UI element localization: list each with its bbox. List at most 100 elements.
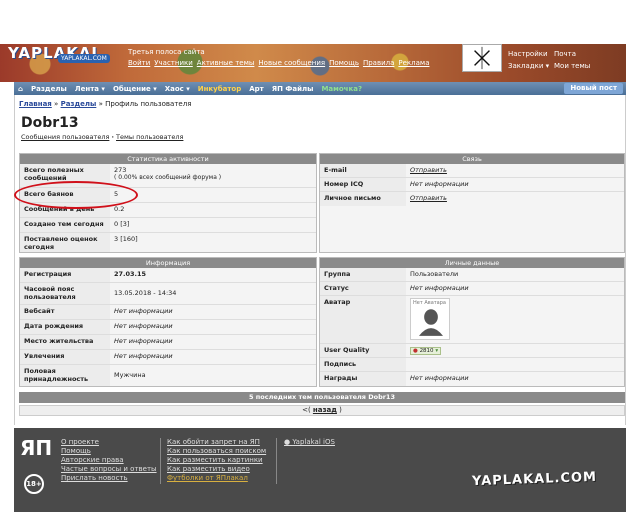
- header-mail-link[interactable]: Почта: [554, 50, 576, 58]
- avatar: Нет Аватара: [410, 298, 450, 340]
- footer-link-tshirts[interactable]: Футболки от ЯПлакал: [167, 474, 266, 482]
- table-row: Дата рождения Нет информации: [20, 320, 316, 335]
- row-value: Нет информации: [410, 374, 469, 382]
- footer-link-copyright[interactable]: Авторские права: [61, 456, 157, 464]
- nav-feed[interactable]: Лента ▾: [75, 85, 105, 93]
- pm-send-link[interactable]: Отправить: [406, 192, 451, 206]
- breadcrumb-sep: »: [54, 100, 59, 108]
- site-logo-sub: YAPLAKAL.COM: [58, 54, 110, 63]
- avatar-cell: Нет Аватара: [406, 296, 454, 343]
- page-right-margin: [626, 44, 640, 512]
- table-row: Регистрация 27.03.15: [20, 268, 316, 283]
- row-key: Награды: [320, 372, 406, 386]
- nav-incubator[interactable]: Инкубатор: [198, 85, 242, 93]
- personal-panel-header: Личные данные: [320, 258, 624, 268]
- sublinks-sep: ·: [111, 133, 114, 141]
- nav-sections[interactable]: Разделы: [31, 85, 67, 93]
- row-value: 13.05.2018 - 14:34: [114, 289, 177, 297]
- header-link-rules[interactable]: Правила: [363, 59, 394, 67]
- user-posts-link[interactable]: Сообщения пользователя: [21, 133, 109, 141]
- table-row: Часовой пояс пользователя 13.05.2018 - 1…: [20, 283, 316, 305]
- header-link-new-posts[interactable]: Новые сообщения: [258, 59, 325, 67]
- header-link-ads[interactable]: Реклама: [398, 59, 429, 67]
- header-tagline: Третья полоса сайта: [128, 48, 205, 56]
- row-key: User Quality: [320, 344, 406, 357]
- footer-link-ios[interactable]: ● Yaplakal iOS: [284, 438, 335, 446]
- row-value: Нет информации: [114, 337, 173, 345]
- breadcrumb-home[interactable]: Главная: [19, 100, 52, 108]
- table-row: E-mail Отправить: [320, 164, 624, 178]
- header-mytopics-link[interactable]: Мои темы: [554, 62, 590, 70]
- header-bookmarks-link[interactable]: Закладки ▾: [508, 62, 549, 70]
- header-links: Войти Участники Активные темы Новые сооб…: [128, 59, 429, 67]
- row-value: Мужчина: [114, 371, 146, 379]
- table-row: Поставлено оценок сегодня 3 [160]: [20, 233, 316, 252]
- table-row: Увлечения Нет информации: [20, 350, 316, 365]
- new-post-button[interactable]: Новый пост: [564, 83, 623, 94]
- x-avatar-icon: [474, 46, 490, 70]
- useful-posts-count: 273: [114, 166, 127, 174]
- footer-brand-logo: YAPLAKAL.COM: [471, 469, 598, 490]
- last-topics-header: 5 последних тем пользователя Dobr13: [19, 392, 625, 403]
- footer-divider: [276, 438, 277, 484]
- contact-panel-header: Связь: [320, 154, 624, 164]
- footer-link-images-howto[interactable]: Как разместить картинки: [167, 456, 266, 464]
- footer-link-bypass[interactable]: Как обойти запрет на ЯП: [167, 438, 266, 446]
- user-topics-link[interactable]: Темы пользователя: [116, 133, 183, 141]
- table-row: User Quality ● 2810 ▾: [320, 344, 624, 358]
- site-footer: ЯП 18+ О проекте Помощь Авторские права …: [14, 428, 626, 512]
- footer-col-howto: Как обойти запрет на ЯП Как пользоваться…: [167, 438, 266, 482]
- row-key: Регистрация: [20, 268, 110, 282]
- footer-divider: [160, 438, 161, 484]
- footer-link-faq[interactable]: Частые вопросы и ответы: [61, 465, 157, 473]
- silhouette-icon: [419, 309, 443, 336]
- back-link[interactable]: назад: [313, 406, 337, 414]
- header-link-members[interactable]: Участники: [154, 59, 193, 67]
- breadcrumb-sections[interactable]: Разделы: [61, 100, 97, 108]
- footer-link-send-news[interactable]: Прислать новость: [61, 474, 157, 482]
- quality-badge[interactable]: ● 2810 ▾: [410, 347, 442, 355]
- user-avatar-thumbnail[interactable]: [462, 44, 502, 72]
- row-key: Поставлено оценок сегодня: [20, 233, 110, 252]
- footer-link-video-howto[interactable]: Как разместить видео: [167, 465, 266, 473]
- table-row: Создано тем сегодня 0 [3]: [20, 218, 316, 233]
- nav-art[interactable]: Арт: [249, 85, 264, 93]
- row-key: E-mail: [320, 164, 406, 177]
- table-row: Награды Нет информации: [320, 372, 624, 386]
- row-key: Дата рождения: [20, 320, 110, 334]
- footer-link-about[interactable]: О проекте: [61, 438, 157, 446]
- email-send-link[interactable]: Отправить: [406, 164, 451, 177]
- row-value: Нет информации: [410, 284, 469, 292]
- header-settings-link[interactable]: Настройки: [508, 50, 548, 58]
- table-row: Номер ICQ Нет информации: [320, 178, 624, 192]
- footer-link-help[interactable]: Помощь: [61, 447, 157, 455]
- table-row: Место жительства Нет информации: [20, 335, 316, 350]
- table-row: Личное письмо Отправить: [320, 192, 624, 206]
- table-row: Половая принадлежность Мужчина: [20, 365, 316, 386]
- main-navbar: ⌂ Разделы Лента ▾ Общение ▾ Хаос ▾ Инкуб…: [14, 82, 626, 95]
- footer-link-search-howto[interactable]: Как пользоваться поиском: [167, 447, 266, 455]
- breadcrumb-current: Профиль пользователя: [105, 100, 192, 108]
- row-key: Вебсайт: [20, 305, 110, 319]
- quality-arrow-icon: ▾: [435, 348, 439, 354]
- nav-home-icon[interactable]: ⌂: [18, 85, 23, 93]
- header-link-active-topics[interactable]: Активные темы: [197, 59, 255, 67]
- nav-communication[interactable]: Общение ▾: [113, 85, 157, 93]
- header-link-login[interactable]: Войти: [128, 59, 150, 67]
- info-panel: Информация Регистрация 27.03.15 Часовой …: [19, 257, 317, 387]
- table-row: Вебсайт Нет информации: [20, 305, 316, 320]
- useful-posts-share: ( 0.00% всех сообщений форума ): [114, 174, 222, 181]
- nav-mamochka[interactable]: Мамочка?: [321, 85, 362, 93]
- table-row: Подпись: [320, 358, 624, 372]
- nav-back-suffix: ): [339, 406, 342, 414]
- nav-chaos[interactable]: Хаос ▾: [165, 85, 190, 93]
- personal-panel: Личные данные Группа Пользователи Статус…: [319, 257, 625, 387]
- row-value: Нет информации: [114, 322, 173, 330]
- row-key: Место жительства: [20, 335, 110, 349]
- nav-files[interactable]: ЯП Файлы: [272, 85, 314, 93]
- row-value: 3 [160]: [114, 235, 138, 243]
- footer-logo[interactable]: ЯП: [20, 436, 52, 460]
- header-link-help[interactable]: Помощь: [329, 59, 359, 67]
- profile-content: Главная » Разделы » Профиль пользователя…: [14, 95, 626, 425]
- quality-flame-icon: ●: [413, 348, 418, 354]
